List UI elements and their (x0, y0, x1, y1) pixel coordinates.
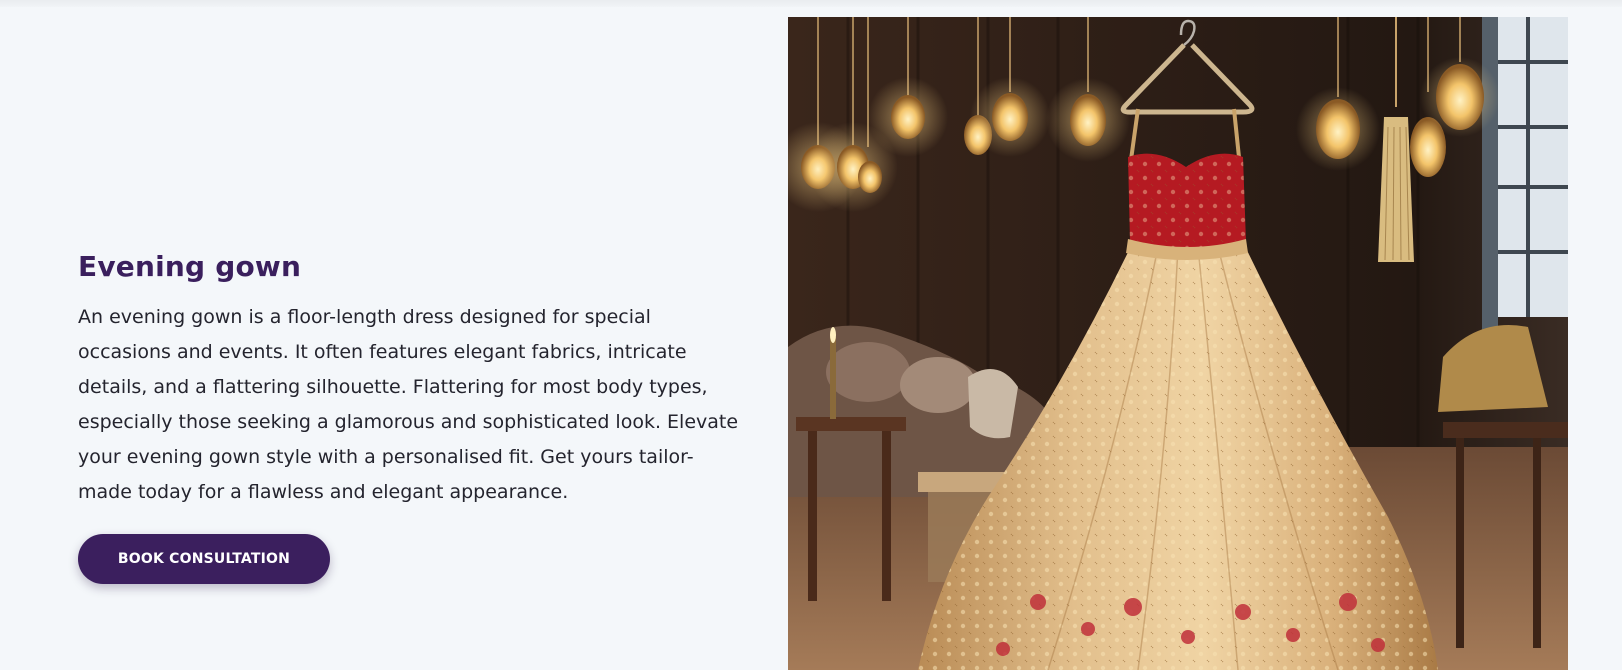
section-description: An evening gown is a floor-length dress … (78, 306, 739, 503)
text-column: Evening gown An evening gown is a floor-… (78, 248, 748, 584)
gown-photo (788, 17, 1568, 670)
section-title: Evening gown (78, 250, 302, 283)
page: Evening gown An evening gown is a floor-… (0, 0, 1622, 670)
header-shadow-strip (0, 0, 1622, 7)
book-consultation-button[interactable]: BOOK CONSULTATION (78, 534, 330, 584)
gown-illustration (788, 17, 1568, 670)
